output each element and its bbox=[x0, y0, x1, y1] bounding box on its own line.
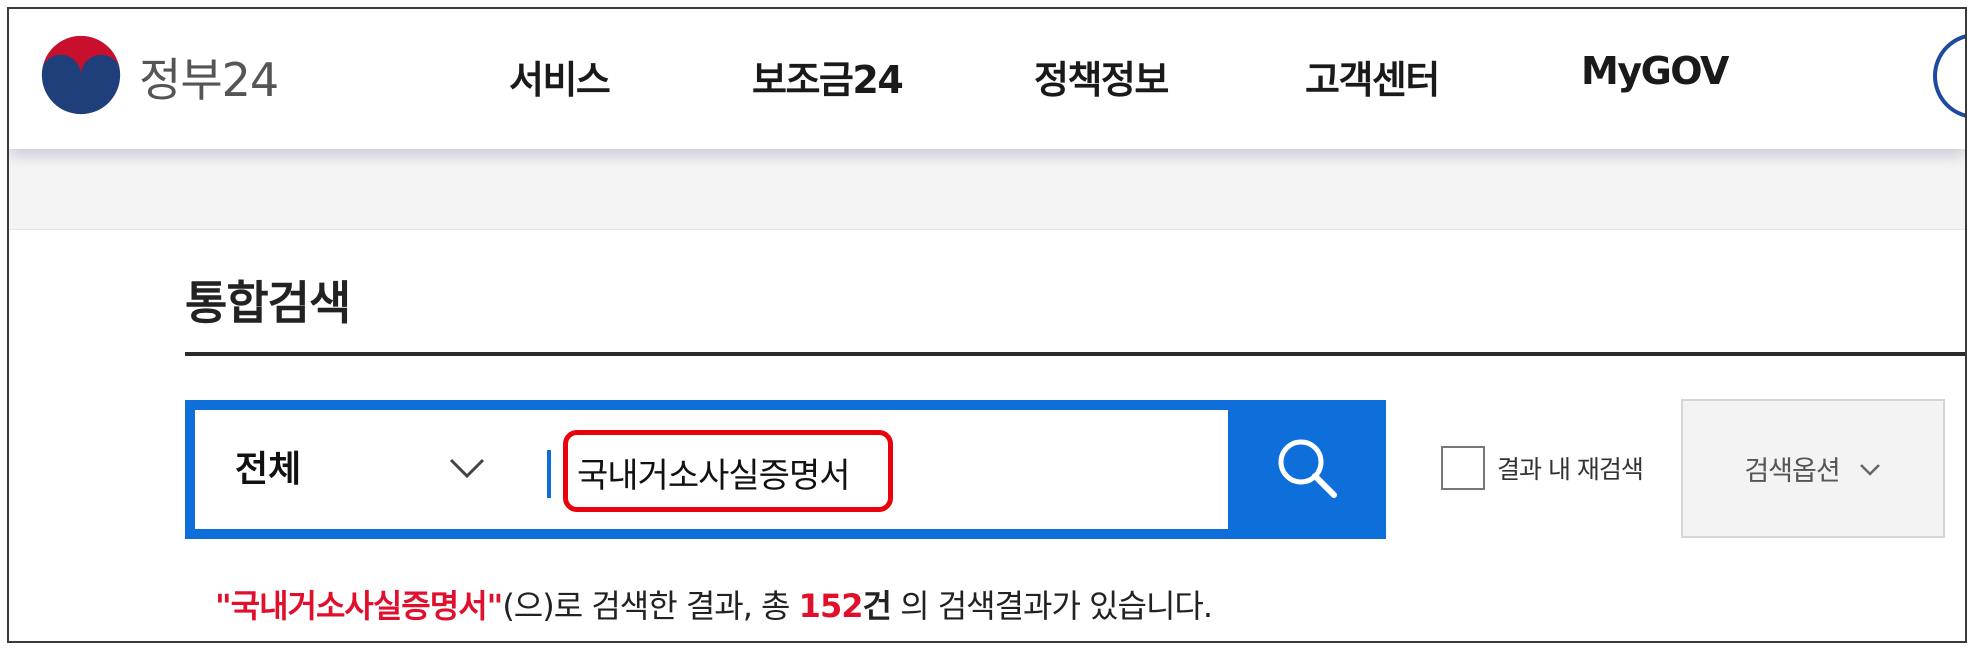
search-within-checkbox[interactable] bbox=[1441, 446, 1485, 490]
result-text-before: (으)로 검색한 결과, 총 bbox=[502, 587, 799, 625]
government-emblem-icon bbox=[37, 31, 125, 123]
scope-select[interactable]: 전체 bbox=[235, 440, 301, 492]
search-within-label: 결과 내 재검색 bbox=[1497, 455, 1644, 484]
search-field-area: 전체 국내거소사실증명서 bbox=[195, 410, 1228, 529]
nav-item-mygov[interactable]: MyGOV bbox=[1581, 49, 1729, 93]
nav-item-customer-center[interactable]: 고객센터 bbox=[1305, 49, 1440, 104]
nav-item-subsidy24[interactable]: 보조금24 bbox=[752, 49, 904, 104]
chevron-down-icon[interactable] bbox=[447, 448, 487, 488]
chevron-down-icon bbox=[1858, 457, 1882, 481]
search-options-label: 검색옵션 bbox=[1744, 456, 1840, 487]
search-icon bbox=[1274, 435, 1340, 505]
search-button[interactable] bbox=[1228, 400, 1386, 539]
nav-item-services[interactable]: 서비스 bbox=[509, 49, 611, 104]
title-divider bbox=[185, 352, 1965, 356]
browser-frame: 정부24 서비스 보조금24 정책정보 고객센터 MyGOV 통합검색 전체 국… bbox=[7, 7, 1967, 643]
search-within-results[interactable]: 결과 내 재검색 bbox=[1441, 446, 1644, 490]
page-title: 통합검색 bbox=[185, 276, 351, 330]
search-options-button[interactable]: 검색옵션 bbox=[1681, 399, 1945, 538]
result-summary: "국내거소사실증명서"(으)로 검색한 결과, 총 152건 의 검색결과가 있… bbox=[215, 581, 1213, 627]
search-input[interactable]: 국내거소사실증명서 bbox=[577, 448, 851, 497]
header-band bbox=[9, 149, 1965, 230]
text-cursor bbox=[547, 450, 551, 498]
result-query-term: "국내거소사실증명서" bbox=[215, 587, 503, 625]
search-bar: 전체 국내거소사실증명서 bbox=[185, 400, 1386, 539]
nav-item-policy-info[interactable]: 정책정보 bbox=[1034, 49, 1169, 104]
result-count-unit: 건 bbox=[862, 587, 891, 625]
result-text-after: 의 검색결과가 있습니다. bbox=[890, 587, 1213, 625]
result-count: 152 bbox=[798, 587, 864, 625]
logo-text: 정부24 bbox=[139, 53, 279, 107]
site-logo[interactable]: 정부24 bbox=[37, 31, 279, 123]
user-circle-icon[interactable] bbox=[1933, 33, 1965, 119]
site-header: 정부24 서비스 보조금24 정책정보 고객센터 MyGOV bbox=[9, 9, 1965, 149]
